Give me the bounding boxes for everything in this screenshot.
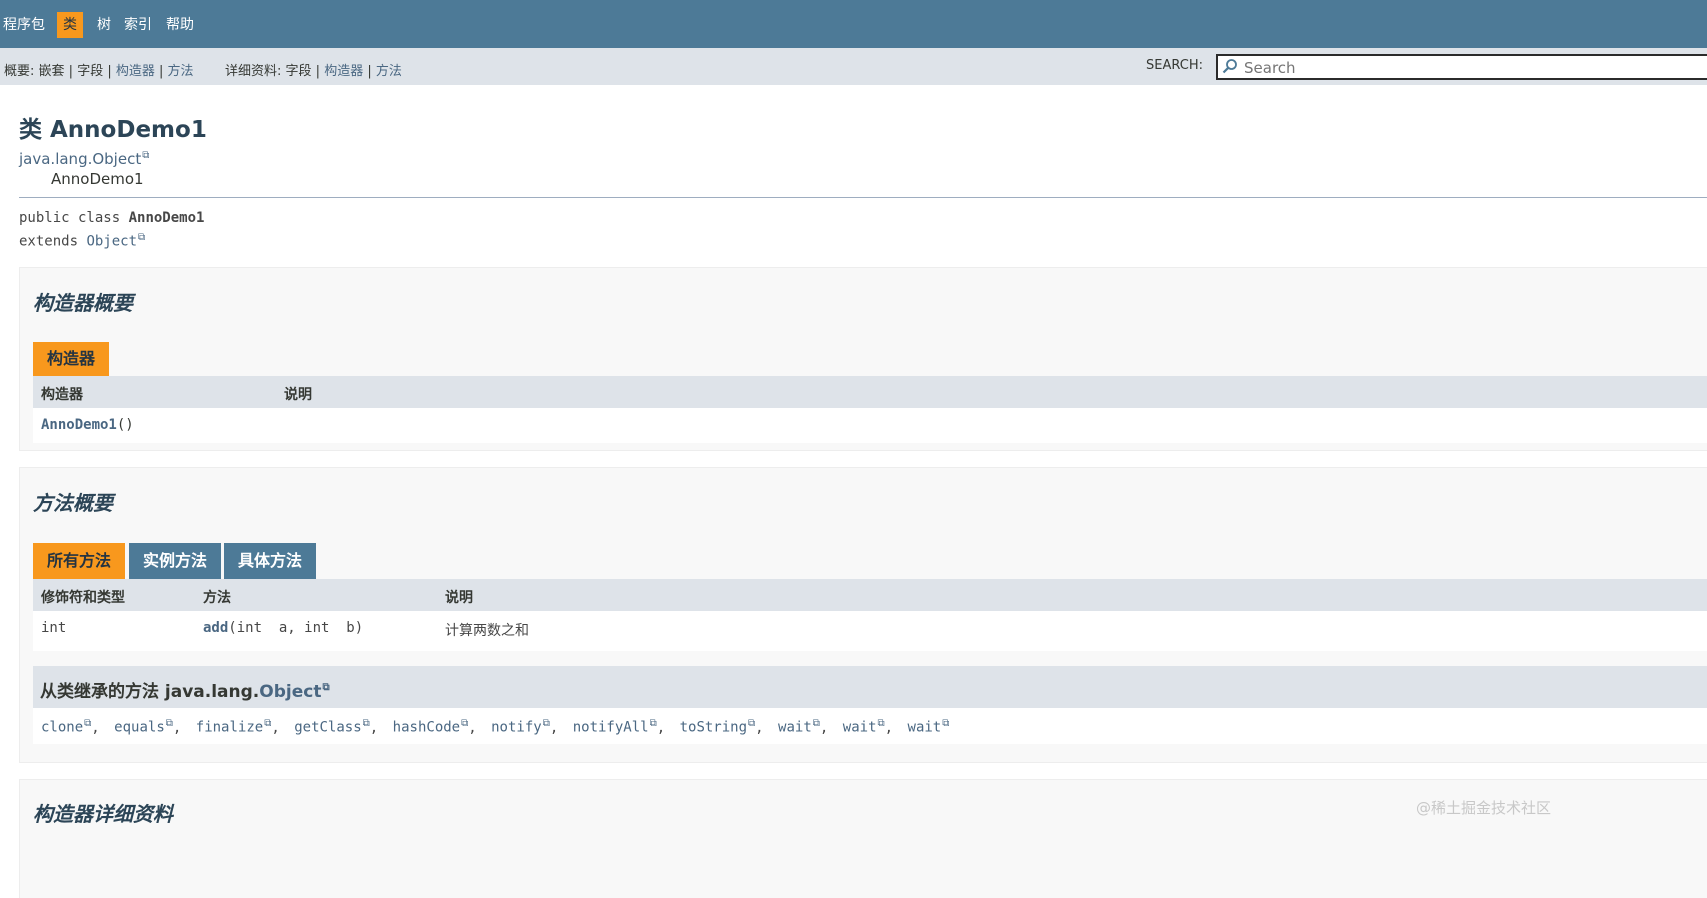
nav-item-package[interactable]: 程序包 [3, 12, 45, 38]
detail-links: 详细资料: 字段 | 构造器 | 方法 [225, 64, 402, 79]
signature-name: AnnoDemo1 [128, 210, 205, 226]
tab-all-methods[interactable]: 所有方法 [33, 543, 126, 579]
nav-item-tree[interactable]: 树 [97, 12, 111, 38]
external-link-icon: ⧉ [542, 718, 550, 729]
external-link-icon: ⧉ [649, 718, 657, 729]
constructor-link[interactable]: AnnoDemo1 [41, 417, 117, 433]
constructor-summary-heading: 构造器概要 [33, 291, 133, 315]
constructor-signature: AnnoDemo1() [41, 417, 134, 433]
external-link-icon: ⧉ [322, 682, 330, 694]
table-header: 修饰符和类型 方法 说明 [33, 579, 1707, 611]
nav-item-help[interactable]: 帮助 [166, 12, 194, 38]
inherited-method-link[interactable]: notify [491, 720, 542, 736]
inherited-methods-heading: 从类继承的方法 java.lang.Object⧉ [33, 666, 1707, 708]
column-header: 修饰符和类型 [41, 590, 125, 606]
search-icon [1222, 59, 1237, 74]
external-link-icon: ⧉ [362, 718, 370, 729]
page-title: 类 AnnoDemo1 [19, 117, 207, 143]
summary-nested: 嵌套 [38, 64, 65, 79]
search-input[interactable] [1242, 57, 1646, 79]
external-link-icon: ⧉ [812, 718, 820, 729]
detail-constructor-link[interactable]: 构造器 [324, 64, 363, 79]
column-header: 方法 [203, 590, 231, 606]
signature-prefix: public class [19, 210, 121, 226]
inherited-method-link[interactable]: wait [843, 720, 877, 736]
class-extends: extends Object⧉ [19, 232, 145, 250]
summary-links: 概要: 嵌套 | 字段 | 构造器 | 方法 [4, 64, 194, 79]
method-params: (int a, int b) [228, 620, 364, 636]
external-link-icon: ⧉ [877, 718, 885, 729]
inherited-method-link[interactable]: hashCode [393, 720, 460, 736]
method-summary-section: 方法概要 所有方法 实例方法 具体方法 修饰符和类型 方法 说明 int add… [19, 467, 1707, 763]
external-link-icon: ⧉ [138, 232, 146, 243]
divider [19, 197, 1707, 198]
constructor-detail-heading: 构造器详细资料 [33, 802, 173, 826]
inherited-method-link[interactable]: equals [114, 720, 165, 736]
method-table: 修饰符和类型 方法 说明 int add(int a, int b) 计算两数之… [33, 579, 1707, 651]
nav-item-index[interactable]: 索引 [124, 12, 152, 38]
tab-instance-methods[interactable]: 实例方法 [129, 543, 222, 579]
summary-method-link[interactable]: 方法 [168, 64, 194, 79]
inherited-prefix: 从类继承的方法 java.lang. [40, 682, 260, 702]
nav-item-class[interactable]: 类 [57, 12, 83, 38]
column-header: 说明 [284, 387, 312, 403]
table-row: AnnoDemo1() [33, 408, 1707, 443]
method-link[interactable]: add [203, 620, 228, 636]
inherited-methods-row: clone⧉, equals⧉, finalize⧉, getClass⧉, h… [41, 718, 950, 736]
detail-method-link[interactable]: 方法 [376, 64, 402, 79]
tab-constructors[interactable]: 构造器 [33, 342, 110, 376]
top-navigation-bar: 程序包 类 树 索引 帮助 [0, 0, 1707, 48]
method-signature: add(int a, int b) [203, 620, 363, 636]
inherited-method-link[interactable]: wait [778, 720, 812, 736]
inherited-heading-text: 从类继承的方法 java.lang.Object⧉ [40, 677, 330, 702]
hierarchy-parent-link[interactable]: java.lang.Object [19, 150, 141, 168]
constructor-params: () [116, 417, 134, 433]
constructor-table: 构造器 说明 AnnoDemo1() [33, 376, 1707, 443]
inherited-method-link[interactable]: wait [908, 720, 942, 736]
column-header: 说明 [445, 590, 473, 606]
search-box[interactable] [1216, 54, 1707, 80]
inherited-method-link[interactable]: toString [680, 720, 747, 736]
hierarchy-parent: java.lang.Object⧉ [19, 150, 149, 168]
detail-field: 字段 [285, 64, 312, 79]
table-row: int add(int a, int b) 计算两数之和 [33, 611, 1707, 646]
summary-field: 字段 [77, 64, 104, 79]
column-header: 构造器 [41, 387, 83, 403]
summary-constructor-link[interactable]: 构造器 [116, 64, 155, 79]
inherited-method-link[interactable]: notifyAll [573, 720, 649, 736]
external-link-icon: ⧉ [165, 718, 173, 729]
external-link-icon: ⧉ [142, 150, 150, 161]
extends-type-link[interactable]: Object [86, 234, 137, 250]
hierarchy-child: AnnoDemo1 [51, 170, 144, 188]
constructor-summary-section: 构造器概要 构造器 构造器 说明 AnnoDemo1() [19, 267, 1707, 451]
external-link-icon: ⧉ [942, 718, 950, 729]
summary-label: 概要: [4, 64, 35, 79]
sub-navigation-bar: 概要: 嵌套 | 字段 | 构造器 | 方法 详细资料: 字段 | 构造器 | … [0, 48, 1707, 85]
inherited-method-link[interactable]: finalize [196, 720, 263, 736]
method-summary-heading: 方法概要 [33, 491, 113, 515]
method-description: 计算两数之和 [445, 623, 529, 639]
watermark: @稀土掘金技术社区 [1416, 799, 1552, 817]
class-signature: public class AnnoDemo1 [19, 210, 204, 226]
search-label: SEARCH: [1146, 58, 1203, 73]
tab-concrete-methods[interactable]: 具体方法 [224, 543, 317, 579]
inherited-methods-list: clone⧉, equals⧉, finalize⧉, getClass⧉, h… [33, 708, 1707, 744]
detail-label: 详细资料: [225, 64, 282, 79]
inherited-class-link[interactable]: Object [259, 682, 321, 702]
extends-keyword: extends [19, 233, 79, 250]
inherited-method-link[interactable]: getClass [294, 720, 361, 736]
method-modifier: int [41, 620, 67, 636]
table-header: 构造器 说明 [33, 376, 1707, 408]
inherited-method-link[interactable]: clone [41, 720, 83, 736]
